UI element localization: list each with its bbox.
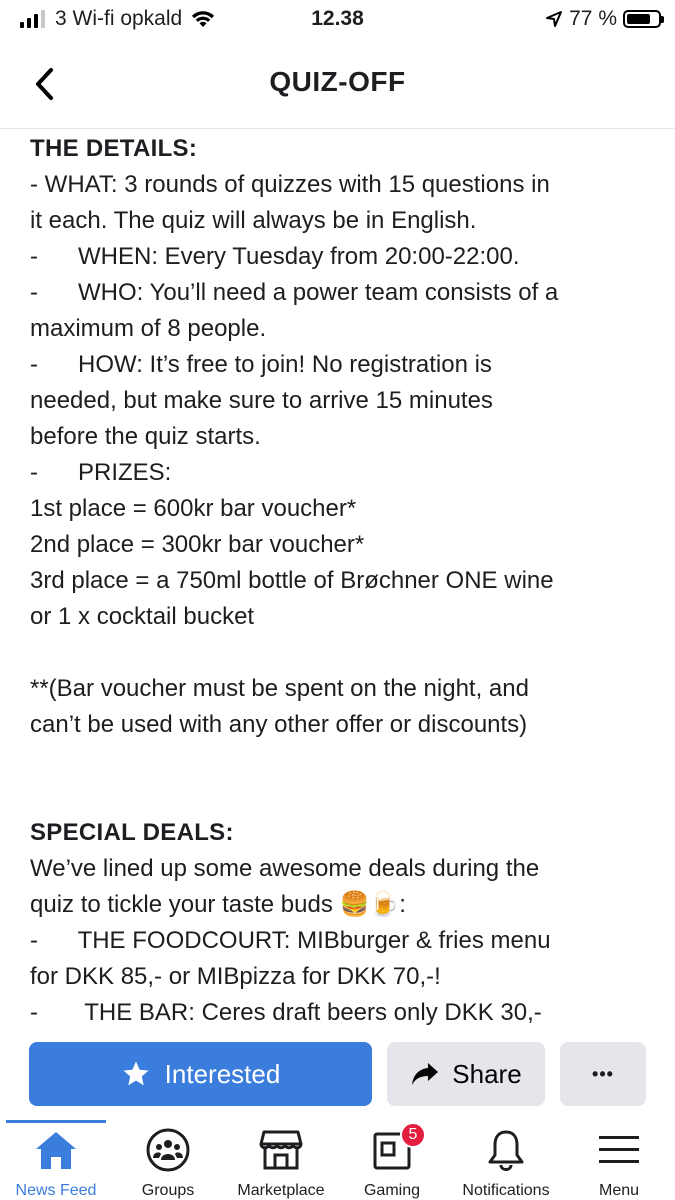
share-button[interactable]: Share	[387, 1042, 545, 1106]
description-line: can’t be used with any other offer or di…	[30, 711, 528, 738]
star-icon	[123, 1061, 149, 1086]
status-bar: 3 Wi-fi opkald 12.38 77 %	[0, 0, 675, 40]
battery-fill	[627, 14, 651, 24]
description-line	[30, 779, 650, 815]
nav-item-marketplace[interactable]: Marketplace	[226, 1120, 336, 1200]
battery-icon	[623, 10, 664, 28]
description-line: before the quiz starts.	[30, 423, 261, 450]
action-bar: Interested Share •••	[0, 1026, 675, 1121]
nav-label-notifications: Notifications	[462, 1182, 550, 1199]
nav-item-news-feed[interactable]: News Feed	[6, 1120, 106, 1200]
description-line: - THE BAR: Ceres draft beers only DKK 30…	[30, 999, 542, 1026]
description-line: maximum of 8 people.	[30, 315, 267, 342]
nav-label-gaming: Gaming	[363, 1182, 421, 1199]
description-line: - WHEN: Every Tuesday from 20:00-22:00.	[30, 243, 520, 270]
nav-label-groups: Groups	[141, 1182, 195, 1199]
bottom-nav: News Feed Groups Marketplace 5 Gaming No…	[0, 1120, 675, 1200]
battery-percent: 77 %	[569, 7, 617, 30]
description-line: - PRIZES:	[30, 459, 172, 486]
gaming-icon: 5	[372, 1122, 426, 1174]
groups-icon	[145, 1126, 191, 1174]
gaming-badge: 5	[400, 1122, 426, 1148]
nav-label-menu: Menu	[598, 1182, 640, 1199]
nav-label-marketplace: Marketplace	[237, 1182, 325, 1199]
nav-item-menu[interactable]: Menu	[574, 1120, 664, 1200]
description-line: it each. The quiz will always be in Engl…	[30, 207, 477, 234]
description-line	[30, 635, 650, 671]
description-line: We’ve lined up some awesome deals during…	[30, 855, 540, 882]
nav-item-groups[interactable]: Groups	[120, 1120, 216, 1200]
event-description: THE DETAILS: - WHAT: 3 rounds of quizzes …	[30, 131, 650, 1026]
description-line: quiz to tickle your taste buds 🍔🍺:	[30, 891, 406, 918]
description-line: - HOW: It’s free to join! No registratio…	[30, 351, 492, 378]
description-line: 1st place = 600kr bar voucher*	[30, 495, 357, 522]
page-header: QUIZ-OFF	[0, 40, 675, 129]
nav-label-news-feed: News Feed	[15, 1182, 97, 1199]
section-heading: SPECIAL DEALS:	[30, 819, 234, 846]
more-dots-icon: •••	[592, 1063, 614, 1084]
nav-item-notifications[interactable]: Notifications	[450, 1120, 562, 1200]
menu-icon	[597, 1126, 641, 1174]
marketplace-icon	[258, 1126, 304, 1174]
interested-label: Interested	[164, 1058, 281, 1089]
share-label: Share	[452, 1058, 522, 1089]
description-line: **(Bar voucher must be spent on the nigh…	[30, 675, 529, 702]
description-line	[30, 743, 650, 779]
share-arrow-icon	[412, 1063, 439, 1085]
description-line: 3rd place = a 750ml bottle of Brøchner O…	[30, 567, 554, 594]
location-arrow-icon	[546, 11, 563, 27]
home-icon	[33, 1126, 79, 1174]
description-line: 2nd place = 300kr bar voucher*	[30, 531, 365, 558]
description-line: for DKK 85,- or MIBpizza for DKK 70,-!	[30, 963, 441, 990]
more-options-button[interactable]: •••	[560, 1042, 646, 1106]
nav-item-gaming[interactable]: 5 Gaming	[346, 1120, 438, 1200]
description-line: needed, but make sure to arrive 15 minut…	[30, 387, 493, 414]
page-title: QUIZ-OFF	[269, 66, 406, 97]
description-line: - WHAT: 3 rounds of quizzes with 15 ques…	[30, 171, 550, 198]
description-line: or 1 x cocktail bucket	[30, 603, 255, 630]
description-line: - THE FOODCOURT: MIBburger & fries menu	[30, 927, 551, 954]
bell-icon	[486, 1126, 526, 1174]
description-line: - WHO: You’ll need a power team consists…	[30, 279, 559, 306]
section-heading: THE DETAILS:	[30, 135, 198, 162]
interested-button[interactable]: Interested	[29, 1042, 372, 1106]
status-right: 77 %	[545, 7, 664, 31]
